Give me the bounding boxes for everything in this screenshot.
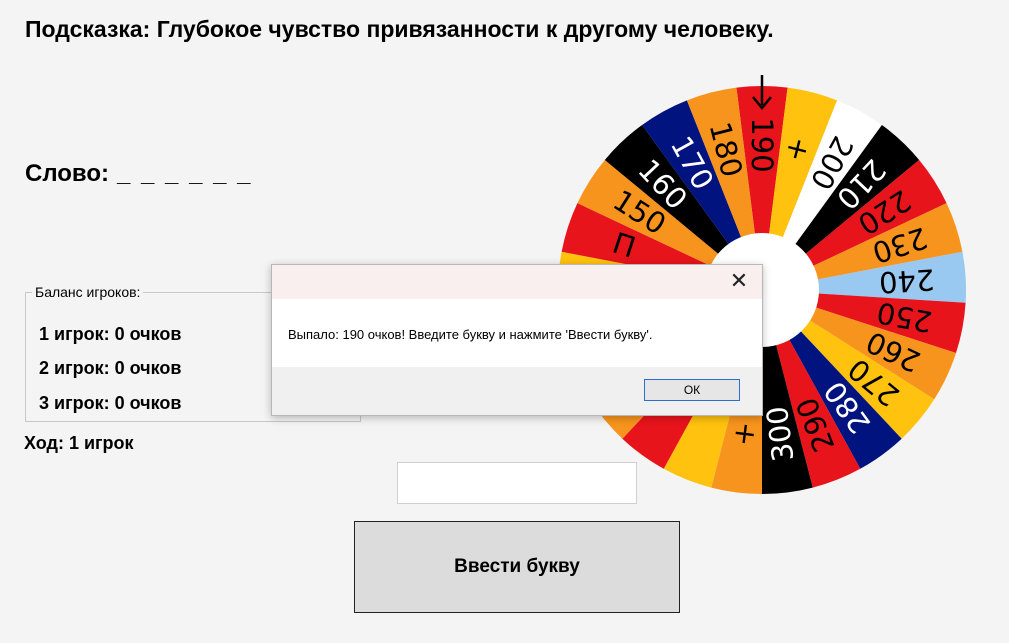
message-dialog: ✕ Выпало: 190 очков! Введите букву и наж…	[271, 264, 763, 416]
wheel-sector-label: 300	[760, 404, 801, 463]
player-2-score: 2 игрок: 0 очков	[39, 358, 182, 378]
close-icon[interactable]: ✕	[726, 269, 752, 295]
wheel-sector-label: +	[725, 420, 762, 448]
word-mask: _ _ _ _ _ _	[117, 160, 253, 187]
hint-label: Подсказка: Глубокое чувство привязанност…	[25, 16, 774, 42]
player-3-score: 3 игрок: 0 очков	[39, 393, 182, 413]
enter-letter-button[interactable]: Ввести букву	[354, 521, 680, 613]
balance-legend: Баланс игроков:	[35, 284, 141, 300]
ok-button[interactable]: ОК	[644, 379, 740, 401]
turn-label: Ход: 1 игрок	[24, 433, 134, 453]
dialog-message: Выпало: 190 очков! Введите букву и нажми…	[288, 327, 653, 342]
dialog-footer: ОК	[272, 367, 762, 415]
letter-input[interactable]	[397, 462, 637, 504]
wheel-sector-label: 240	[878, 262, 935, 299]
player-1-score: 1 игрок: 0 очков	[39, 324, 182, 344]
dialog-titlebar: ✕	[272, 265, 762, 299]
word-label: Слово:	[25, 160, 110, 187]
word-row: Слово: _ _ _ _ _ _	[25, 160, 252, 188]
wheel-sector-label: 190	[745, 117, 779, 172]
